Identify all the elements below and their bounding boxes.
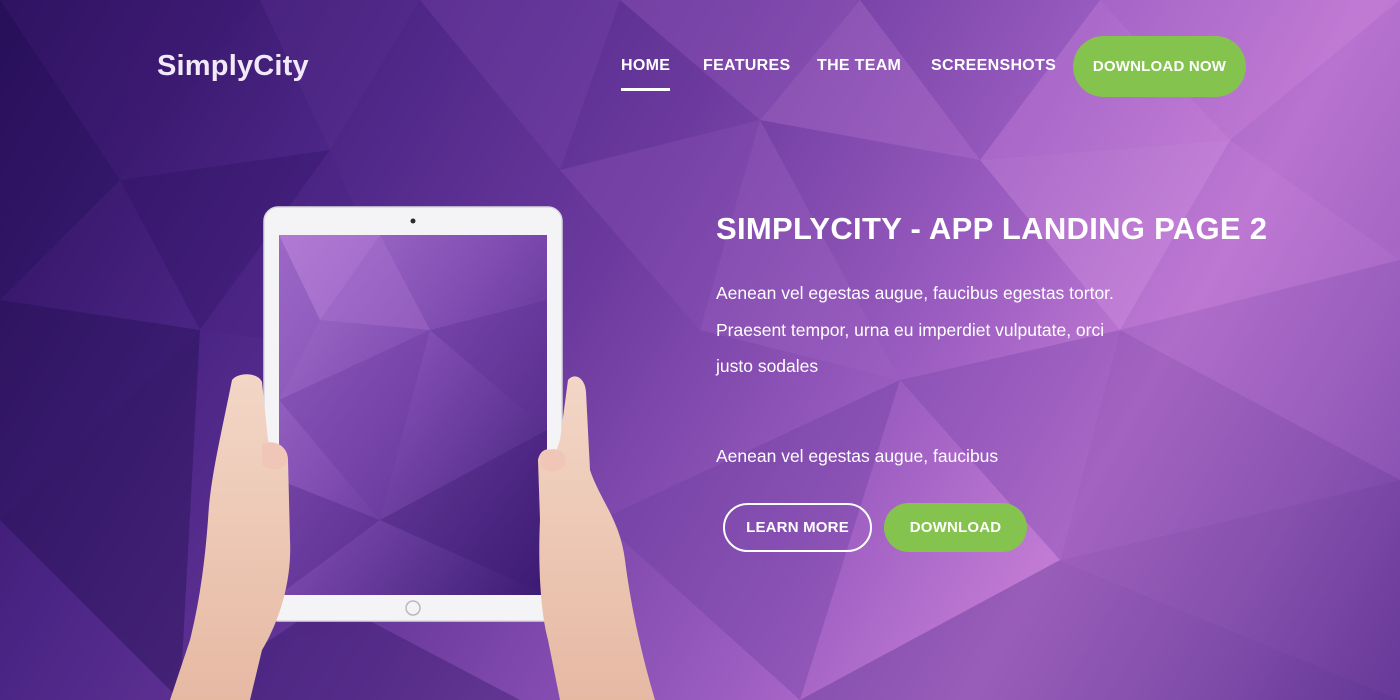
nav-features[interactable]: FEATURES (703, 57, 790, 75)
nav-screenshots[interactable]: SCREENSHOTS (931, 57, 1056, 75)
tablet-in-hands-illustration (170, 206, 655, 700)
hero-title: SIMPLYCITY - APP LANDING PAGE 2 (716, 211, 1268, 246)
nav-the-team[interactable]: THE TEAM (817, 57, 901, 75)
hero-subtext: Aenean vel egestas augue, faucibus (716, 446, 999, 466)
hero-description: Aenean vel egestas augue, faucibus egest… (716, 283, 1114, 376)
tablet-device-icon (263, 206, 563, 622)
learn-more-button[interactable]: LEARN MORE (723, 503, 872, 552)
download-now-button[interactable]: DOWNLOAD NOW (1073, 36, 1246, 97)
download-button[interactable]: DOWNLOAD (884, 503, 1027, 552)
